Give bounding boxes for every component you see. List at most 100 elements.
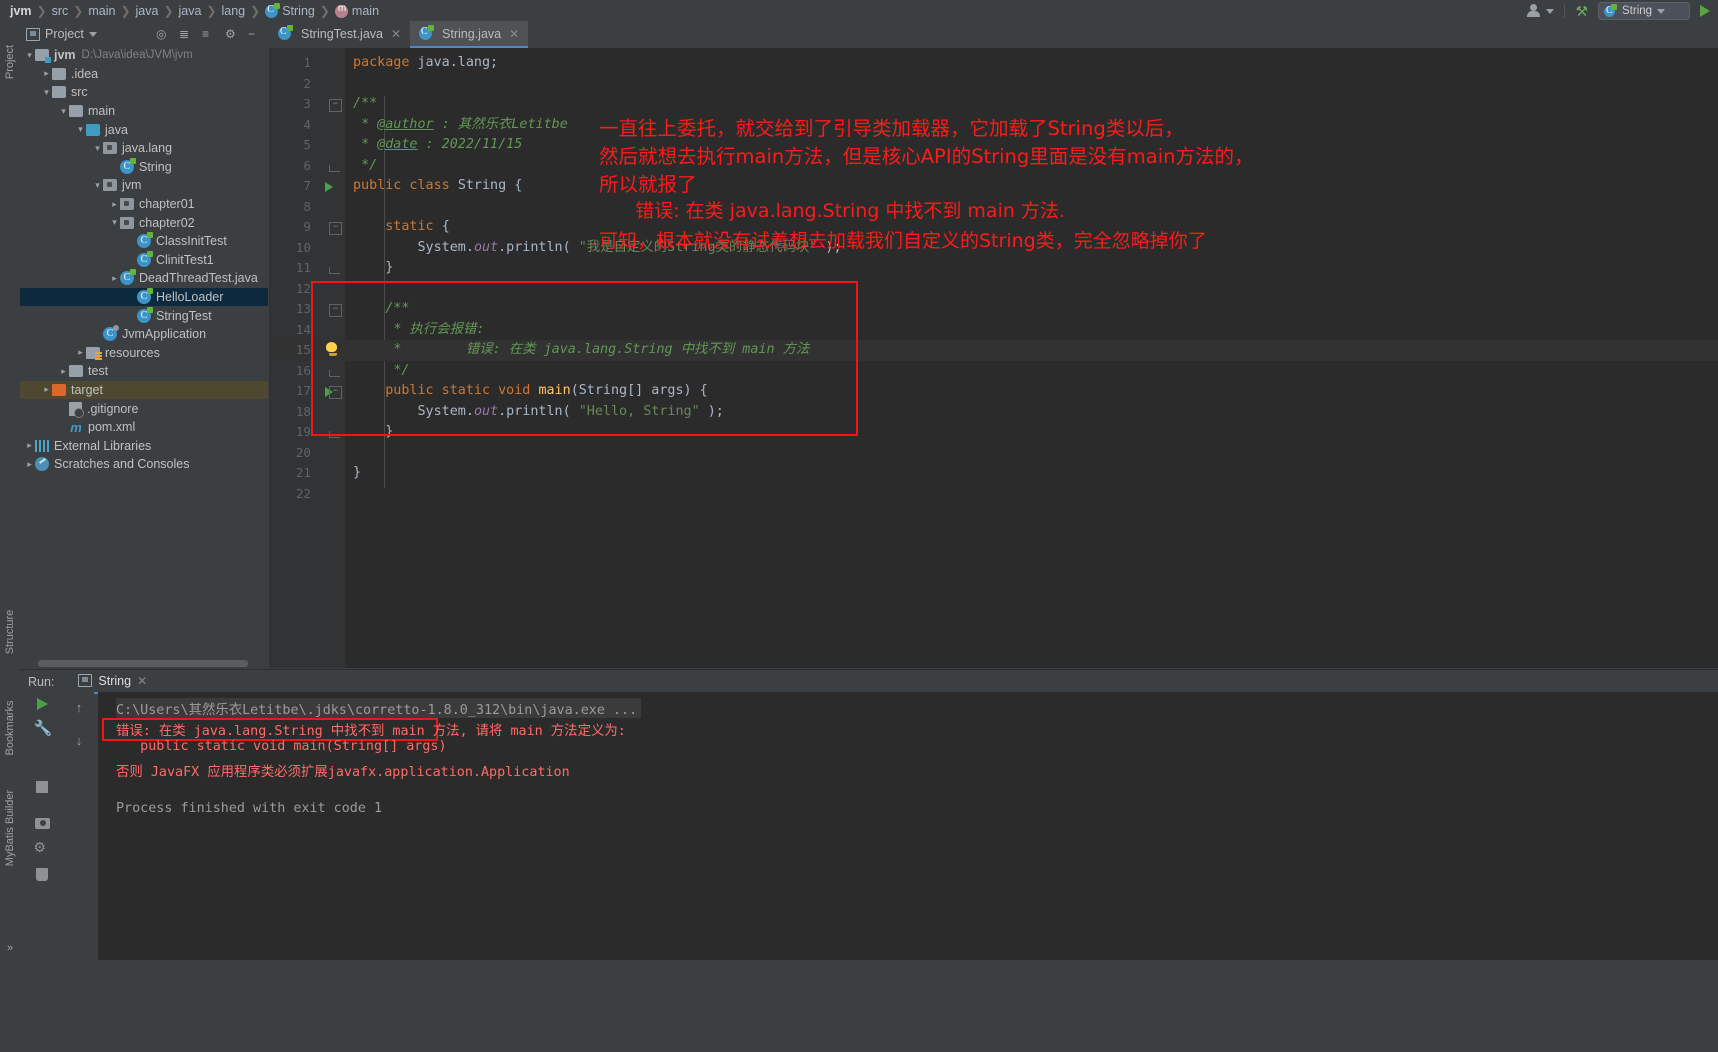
tree-node-chapter02[interactable]: ▾ chapter02 (20, 213, 268, 232)
tree-node-label: java (105, 123, 128, 137)
gear-icon[interactable]: ⚙ (225, 27, 239, 41)
project-panel-title-group[interactable]: Project (20, 27, 97, 41)
tree-node-chapter01[interactable]: ▸chapter01 (20, 195, 268, 214)
project-tree-horizontal-scrollbar[interactable] (20, 660, 268, 668)
close-icon[interactable]: ✕ (509, 27, 519, 41)
editor-tab-stringtest-java[interactable]: StringTest.java✕ (269, 21, 410, 48)
chevron-down-icon[interactable]: ▾ (92, 180, 103, 191)
expand-all-icon[interactable]: ≣ (179, 27, 193, 41)
tree-node-clinittest1[interactable]: ▸CClinitTest1 (20, 251, 268, 270)
chevron-down-icon[interactable]: ▾ (92, 143, 103, 154)
trash-icon[interactable] (36, 868, 48, 881)
fold-collapse-icon[interactable]: − (329, 222, 342, 235)
tree-node-label: chapter02 (139, 216, 195, 230)
code-line[interactable]: 7public class String { (269, 176, 1718, 197)
tree-node-main[interactable]: ▾main (20, 102, 268, 121)
tree-node-helloloader[interactable]: ▸CHelloLoader (20, 288, 268, 307)
breadcrumb-item-src[interactable]: src (48, 4, 73, 18)
project-tree[interactable]: ▾jvmD:\Java\idea\JVM\jvm▸.idea▾src▾main▾… (20, 46, 268, 671)
chevron-right-icon[interactable]: ▸ (24, 459, 35, 470)
chevron-right-icon[interactable]: ▸ (24, 440, 35, 451)
tree-node-src[interactable]: ▾src (20, 83, 268, 102)
chevron-down-icon[interactable]: ▾ (58, 106, 69, 117)
user-menu-button[interactable] (1527, 4, 1554, 18)
breadcrumb-item-java[interactable]: java (175, 4, 206, 18)
project-panel-title: Project (45, 27, 84, 41)
code-editor[interactable]: 1package java.lang;23−/**4 * @author : 其… (269, 48, 1718, 668)
down-arrow-icon[interactable]: ↓ (76, 733, 83, 748)
chevron-right-icon[interactable]: ▸ (41, 68, 52, 79)
breadcrumb-item-java[interactable]: java (132, 4, 163, 18)
tool-window-bookmarks[interactable]: Bookmarks (4, 688, 16, 768)
code-line-text: * @author : 其然乐衣Letitbe (353, 115, 568, 136)
tree-node-scratches-and-consoles[interactable]: ▸Scratches and Consoles (20, 455, 268, 474)
code-line-text: } (353, 463, 361, 484)
chevron-right-icon[interactable]: ▸ (58, 366, 69, 377)
chevron-down-icon[interactable]: ▾ (24, 50, 35, 61)
tree-node-label: .gitignore (87, 402, 138, 416)
chevron-down-icon[interactable]: ▾ (109, 217, 120, 228)
rerun-icon[interactable] (37, 698, 48, 710)
breadcrumb-item-jvm[interactable]: jvm (6, 4, 36, 18)
tree-node-string[interactable]: ▸CString (20, 158, 268, 177)
debug-icon[interactable]: ⚙ (34, 840, 51, 857)
tree-node--gitignore[interactable]: ▸.gitignore (20, 399, 268, 418)
tree-node-jvm[interactable]: ▾jvm (20, 176, 268, 195)
chevron-right-icon[interactable]: ▸ (109, 273, 120, 284)
stop-icon[interactable] (36, 781, 48, 793)
run-panel-navigation: ↑ ↓ (64, 692, 94, 968)
code-line[interactable]: 20 (269, 443, 1718, 464)
tree-node-jvmapplication[interactable]: ▸CJvmApplication (20, 325, 268, 344)
collapse-all-icon[interactable]: ≡ (202, 27, 216, 41)
editor-tab-string-java[interactable]: String.java✕ (410, 21, 528, 48)
close-icon[interactable]: ✕ (391, 27, 401, 41)
breadcrumb-item-string[interactable]: String (261, 4, 319, 18)
tree-node-classinittest[interactable]: ▸CClassInitTest (20, 232, 268, 251)
fold-end-icon[interactable] (329, 267, 340, 274)
camera-icon[interactable] (35, 818, 50, 829)
tool-window-mybatis-builder[interactable]: MyBatis Builder (4, 768, 16, 888)
chevron-down-icon[interactable] (89, 32, 97, 37)
breadcrumb-item-lang[interactable]: lang (218, 4, 250, 18)
code-line[interactable]: 1package java.lang; (269, 53, 1718, 74)
code-line[interactable]: 22 (269, 484, 1718, 505)
hide-panel-icon[interactable]: − (248, 27, 262, 41)
tree-node-jvm[interactable]: ▾jvmD:\Java\idea\JVM\jvm (20, 46, 268, 65)
close-icon[interactable]: ✕ (137, 674, 147, 688)
tree-node-deadthreadtest-java[interactable]: ▸CDeadThreadTest.java (20, 269, 268, 288)
tree-node-test[interactable]: ▸test (20, 362, 268, 381)
tool-window-project[interactable]: Project (4, 34, 16, 90)
build-hammer-icon[interactable]: ⚒ (1575, 3, 1588, 20)
tree-node--idea[interactable]: ▸.idea (20, 65, 268, 84)
wrench-settings-icon[interactable]: 🔧 (34, 721, 51, 738)
run-tab-string[interactable]: String ✕ (70, 670, 155, 694)
breadcrumb-item-main[interactable]: main (331, 4, 383, 18)
run-gutter-icon[interactable] (325, 182, 333, 192)
fold-collapse-icon[interactable]: − (329, 99, 342, 112)
code-line[interactable]: 11 } (269, 258, 1718, 279)
tree-node-external-libraries[interactable]: ▸External Libraries (20, 436, 268, 455)
tool-window-structure[interactable]: Structure (4, 592, 16, 672)
code-line[interactable]: 21} (269, 463, 1718, 484)
tree-node-pom-xml[interactable]: ▸mpom.xml (20, 418, 268, 437)
fold-end-icon[interactable] (329, 165, 340, 172)
tree-node-resources[interactable]: ▸resources (20, 344, 268, 363)
code-line[interactable]: 2 (269, 74, 1718, 95)
chevron-down-icon[interactable]: ▾ (75, 124, 86, 135)
run-configuration-selector[interactable]: String (1598, 2, 1690, 20)
breadcrumb-item-main[interactable]: main (84, 4, 119, 18)
up-arrow-icon[interactable]: ↑ (76, 700, 83, 715)
run-button[interactable] (1700, 5, 1710, 17)
chevron-right-icon[interactable]: ▸ (41, 384, 52, 395)
run-console-output[interactable]: C:\Users\其然乐衣Letitbe\.jdks\corretto-1.8.… (98, 692, 1718, 960)
chevron-down-icon[interactable]: ▾ (41, 87, 52, 98)
chevron-right-icon[interactable]: ▸ (109, 199, 120, 210)
tree-node-java[interactable]: ▾ java (20, 120, 268, 139)
chevron-right-icon[interactable]: ▸ (75, 347, 86, 358)
tree-node-stringtest[interactable]: ▸CStringTest (20, 306, 268, 325)
tree-node-java-lang[interactable]: ▾java.lang (20, 139, 268, 158)
tree-node-target[interactable]: ▸target (20, 381, 268, 400)
breadcrumb-separator: ❯ (205, 4, 217, 18)
expand-tool-strip-button[interactable]: » (0, 936, 20, 960)
locate-target-icon[interactable]: ◎ (156, 27, 170, 41)
